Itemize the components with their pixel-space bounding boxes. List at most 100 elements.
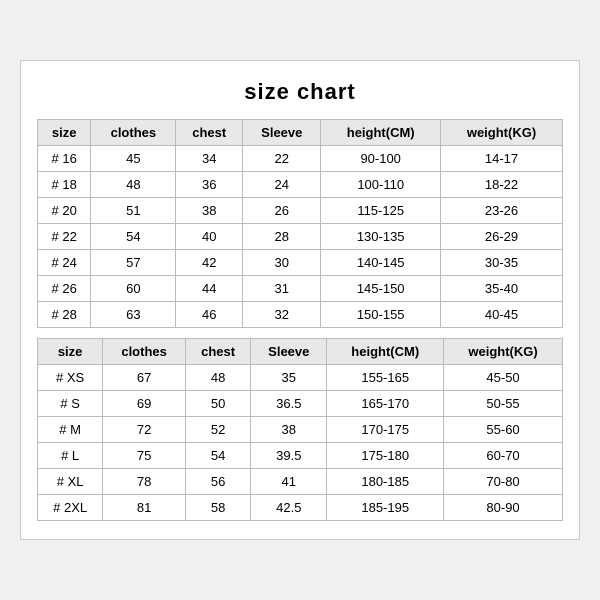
table-row: # 1645342290-10014-17 — [38, 146, 563, 172]
table1-col-header: height(CM) — [321, 120, 441, 146]
table-row: # L755439.5175-18060-70 — [38, 443, 563, 469]
table1-body: # 1645342290-10014-17# 18483624100-11018… — [38, 146, 563, 328]
table-cell: 81 — [103, 495, 186, 521]
table-cell: 48 — [91, 172, 176, 198]
table1-header: sizeclotheschestSleeveheight(CM)weight(K… — [38, 120, 563, 146]
table-cell: 28 — [243, 224, 321, 250]
table-cell: 180-185 — [327, 469, 444, 495]
table-cell: 46 — [176, 302, 243, 328]
table-cell: 80-90 — [444, 495, 563, 521]
table-cell: 14-17 — [441, 146, 563, 172]
table-cell: 22 — [243, 146, 321, 172]
table-cell: 38 — [176, 198, 243, 224]
table-cell: 145-150 — [321, 276, 441, 302]
table-cell: # 24 — [38, 250, 91, 276]
table-cell: 51 — [91, 198, 176, 224]
table-cell: 30 — [243, 250, 321, 276]
table-cell: 72 — [103, 417, 186, 443]
table-cell: 130-135 — [321, 224, 441, 250]
table-cell: 24 — [243, 172, 321, 198]
size-table-2: sizeclotheschestSleeveheight(CM)weight(K… — [37, 338, 563, 521]
table-cell: 26 — [243, 198, 321, 224]
table-cell: 35-40 — [441, 276, 563, 302]
table-cell: 34 — [176, 146, 243, 172]
table-row: # 22544028130-13526-29 — [38, 224, 563, 250]
table-cell: 90-100 — [321, 146, 441, 172]
table-cell: 54 — [91, 224, 176, 250]
table-cell: # 20 — [38, 198, 91, 224]
table-cell: # 2XL — [38, 495, 103, 521]
table-cell: 52 — [185, 417, 250, 443]
table-cell: 63 — [91, 302, 176, 328]
table-cell: 18-22 — [441, 172, 563, 198]
table-cell: 40-45 — [441, 302, 563, 328]
table-cell: 56 — [185, 469, 250, 495]
table-cell: # L — [38, 443, 103, 469]
table-cell: 78 — [103, 469, 186, 495]
table-cell: # 16 — [38, 146, 91, 172]
table-row: # 18483624100-11018-22 — [38, 172, 563, 198]
table2-body: # XS674835155-16545-50# S695036.5165-170… — [38, 365, 563, 521]
table1-col-header: Sleeve — [243, 120, 321, 146]
table-cell: 42.5 — [251, 495, 327, 521]
table-row: # 2XL815842.5185-19580-90 — [38, 495, 563, 521]
table-cell: # M — [38, 417, 103, 443]
table-cell: # XS — [38, 365, 103, 391]
table1-col-header: weight(KG) — [441, 120, 563, 146]
table-row: # 24574230140-14530-35 — [38, 250, 563, 276]
table-cell: 67 — [103, 365, 186, 391]
size-table-1: sizeclotheschestSleeveheight(CM)weight(K… — [37, 119, 563, 328]
table-cell: 58 — [185, 495, 250, 521]
table-cell: 36 — [176, 172, 243, 198]
table-cell: 100-110 — [321, 172, 441, 198]
table-cell: # 28 — [38, 302, 91, 328]
table-cell: # 22 — [38, 224, 91, 250]
table-cell: 60-70 — [444, 443, 563, 469]
table-cell: 165-170 — [327, 391, 444, 417]
table-row: # 20513826115-12523-26 — [38, 198, 563, 224]
table1-col-header: clothes — [91, 120, 176, 146]
table2-header-row: sizeclotheschestSleeveheight(CM)weight(K… — [38, 339, 563, 365]
table-cell: 75 — [103, 443, 186, 469]
table-cell: 55-60 — [444, 417, 563, 443]
table-cell: 45 — [91, 146, 176, 172]
table-cell: 175-180 — [327, 443, 444, 469]
table-cell: 115-125 — [321, 198, 441, 224]
table-row: # S695036.5165-17050-55 — [38, 391, 563, 417]
table-cell: # 26 — [38, 276, 91, 302]
chart-title: size chart — [37, 79, 563, 105]
table-cell: 30-35 — [441, 250, 563, 276]
table2-header: sizeclotheschestSleeveheight(CM)weight(K… — [38, 339, 563, 365]
table1-col-header: size — [38, 120, 91, 146]
table-gap — [37, 328, 563, 338]
table-cell: 60 — [91, 276, 176, 302]
table2-col-header: chest — [185, 339, 250, 365]
table-row: # XL785641180-18570-80 — [38, 469, 563, 495]
table-cell: 150-155 — [321, 302, 441, 328]
table2-col-header: Sleeve — [251, 339, 327, 365]
table-cell: 57 — [91, 250, 176, 276]
table-cell: 54 — [185, 443, 250, 469]
table-cell: 140-145 — [321, 250, 441, 276]
table-cell: 44 — [176, 276, 243, 302]
table-cell: 41 — [251, 469, 327, 495]
table-cell: 31 — [243, 276, 321, 302]
table-row: # 28634632150-15540-45 — [38, 302, 563, 328]
table1-header-row: sizeclotheschestSleeveheight(CM)weight(K… — [38, 120, 563, 146]
table-row: # M725238170-17555-60 — [38, 417, 563, 443]
table1-col-header: chest — [176, 120, 243, 146]
table-cell: 50 — [185, 391, 250, 417]
table-cell: # S — [38, 391, 103, 417]
table-cell: 26-29 — [441, 224, 563, 250]
table-cell: # 18 — [38, 172, 91, 198]
table2-col-header: clothes — [103, 339, 186, 365]
table-cell: 185-195 — [327, 495, 444, 521]
table-cell: 155-165 — [327, 365, 444, 391]
table-cell: 35 — [251, 365, 327, 391]
table-row: # 26604431145-15035-40 — [38, 276, 563, 302]
table-cell: 38 — [251, 417, 327, 443]
table-cell: 32 — [243, 302, 321, 328]
table-cell: 39.5 — [251, 443, 327, 469]
table-cell: 45-50 — [444, 365, 563, 391]
table-row: # XS674835155-16545-50 — [38, 365, 563, 391]
